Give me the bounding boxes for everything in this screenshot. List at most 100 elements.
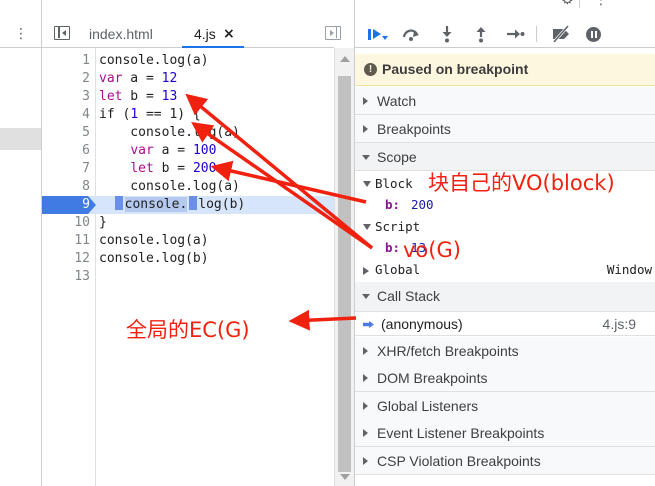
editor-scrollbar[interactable] xyxy=(334,48,354,486)
code-text: console.log(a) xyxy=(99,125,240,140)
call-frame[interactable]: (anonymous) 4.js:9 xyxy=(355,312,655,336)
code-token: a = xyxy=(153,143,193,158)
code-line[interactable]: 11 console.log(a) xyxy=(42,232,334,250)
line-number[interactable]: 9 xyxy=(42,196,90,214)
code-line[interactable]: 3 let b = 13 xyxy=(42,88,334,106)
code-line[interactable]: 4 if (1 == 1) { xyxy=(42,106,334,124)
code-token: log(b) xyxy=(198,197,246,212)
line-number[interactable]: 11 xyxy=(42,232,90,250)
code-token: == 1) { xyxy=(138,107,201,122)
code-token: a = xyxy=(122,71,162,86)
code-line-current[interactable]: 9 console. log(b) xyxy=(42,196,334,214)
scope-script[interactable]: Script xyxy=(355,218,655,236)
section-xhr-breakpoints[interactable]: XHR/fetch Breakpoints xyxy=(355,337,655,365)
chevron-right-icon xyxy=(363,402,368,410)
tab-index-html[interactable]: index.html xyxy=(89,24,153,44)
continue-to-location-marker[interactable] xyxy=(189,196,198,210)
toggle-debugger-icon[interactable] xyxy=(325,26,341,40)
code-line[interactable]: 5 console.log(a) xyxy=(42,124,334,142)
line-number[interactable]: 4 xyxy=(42,106,90,124)
toggle-navigator-icon[interactable] xyxy=(54,26,70,40)
call-frame-location[interactable]: 4.js:9 xyxy=(603,316,636,332)
section-label: XHR/fetch Breakpoints xyxy=(377,343,519,359)
chevron-right-icon xyxy=(363,125,368,133)
scope-name: Block xyxy=(375,176,413,191)
chevron-right-icon xyxy=(363,97,368,105)
section-breakpoints[interactable]: Breakpoints xyxy=(355,115,655,143)
expand-down-icon xyxy=(363,181,371,187)
more-options-icon[interactable]: ⋮ xyxy=(14,24,28,44)
code-line[interactable]: 7 let b = 200 xyxy=(42,160,334,178)
line-number[interactable]: 3 xyxy=(42,88,90,106)
code-token: if ( xyxy=(99,107,131,122)
scope-variable[interactable]: b: 13 xyxy=(355,239,655,257)
continue-to-location-marker[interactable] xyxy=(114,196,123,210)
variable-value: 200 xyxy=(411,197,434,212)
step-into-icon[interactable] xyxy=(436,24,458,44)
code-token: b = xyxy=(122,89,162,104)
line-number[interactable]: 13 xyxy=(42,268,90,286)
deactivate-breakpoints-icon[interactable] xyxy=(550,24,572,44)
annotation-global-ec: 全局的EC(G) xyxy=(126,318,250,342)
step-over-icon[interactable] xyxy=(400,24,422,44)
top-toolbar-edge: ⚙ ⋮ xyxy=(355,0,655,20)
code-text: console.log(a) xyxy=(99,53,209,68)
scope-variable[interactable]: b: 200 xyxy=(355,196,655,214)
info-icon: ! xyxy=(364,63,377,76)
code-line[interactable]: 13 xyxy=(42,268,334,286)
active-tab-indicator xyxy=(182,46,244,48)
chevron-right-icon xyxy=(363,347,368,355)
line-number[interactable]: 1 xyxy=(42,52,90,70)
section-event-listener-breakpoints[interactable]: Event Listener Breakpoints xyxy=(355,419,655,447)
section-dom-breakpoints[interactable]: DOM Breakpoints xyxy=(355,364,655,392)
section-call-stack[interactable]: Call Stack xyxy=(355,282,655,312)
debugger-toolbar xyxy=(355,20,655,48)
scope-global[interactable]: Global Window xyxy=(355,261,655,279)
step-icon[interactable] xyxy=(504,24,526,44)
chevron-down-icon xyxy=(362,294,370,299)
section-label: Breakpoints xyxy=(377,121,451,137)
call-frame-name: (anonymous) xyxy=(381,316,463,332)
code-line[interactable]: 2 var a = 12 xyxy=(42,70,334,88)
code-line[interactable]: 8 console.log(a) xyxy=(42,178,334,196)
scroll-down-icon[interactable] xyxy=(340,474,350,480)
scope-name: Script xyxy=(375,219,421,234)
code-keyword: var xyxy=(99,71,123,86)
code-line[interactable]: 6 var a = 100 xyxy=(42,142,334,160)
source-editor: index.html 4.js × 1 console.log(a) 2 var a … xyxy=(42,0,341,486)
expand-right-icon xyxy=(363,267,369,275)
navigator-selected-item[interactable] xyxy=(0,128,41,150)
settings-gear-icon[interactable]: ⚙ xyxy=(561,0,579,8)
debugger-sidebar: ⚙ ⋮ ! Paused on breakpoint Watch Breakpo… xyxy=(354,0,655,486)
line-number[interactable]: 12 xyxy=(42,250,90,268)
section-watch[interactable]: Watch xyxy=(355,87,655,115)
line-number[interactable]: 5 xyxy=(42,124,90,142)
line-number[interactable]: 2 xyxy=(42,70,90,88)
line-number[interactable]: 7 xyxy=(42,160,90,178)
section-global-listeners[interactable]: Global Listeners xyxy=(355,392,655,420)
code-line[interactable]: 10} xyxy=(42,214,334,232)
scroll-up-icon[interactable] xyxy=(340,56,350,62)
code-line[interactable]: 12 console.log(b) xyxy=(42,250,334,268)
code-area[interactable]: 1 console.log(a) 2 var a = 12 3 let b = 13 4 if… xyxy=(42,52,334,286)
line-number[interactable]: 8 xyxy=(42,178,90,196)
resume-icon[interactable] xyxy=(365,24,388,44)
paused-message: Paused on breakpoint xyxy=(382,61,529,77)
chevron-right-icon xyxy=(363,374,368,382)
tab-4-js[interactable]: 4.js xyxy=(194,24,216,44)
step-out-icon[interactable] xyxy=(470,24,492,44)
more-options-icon[interactable]: ⋮ xyxy=(594,0,608,8)
line-number[interactable]: 10 xyxy=(42,214,90,232)
code-number: 200 xyxy=(192,161,217,176)
variable-name: b: xyxy=(385,197,401,212)
close-tab-icon[interactable]: × xyxy=(223,24,235,44)
scrollbar-thumb[interactable] xyxy=(338,76,351,472)
section-label: DOM Breakpoints xyxy=(377,370,488,386)
line-number[interactable]: 6 xyxy=(42,142,90,160)
section-csp-violation-breakpoints[interactable]: CSP Violation Breakpoints xyxy=(355,447,655,475)
section-label: Call Stack xyxy=(377,288,441,304)
pause-on-exceptions-icon[interactable] xyxy=(586,27,601,42)
expand-down-icon xyxy=(363,224,371,230)
code-line[interactable]: 1 console.log(a) xyxy=(42,52,334,70)
